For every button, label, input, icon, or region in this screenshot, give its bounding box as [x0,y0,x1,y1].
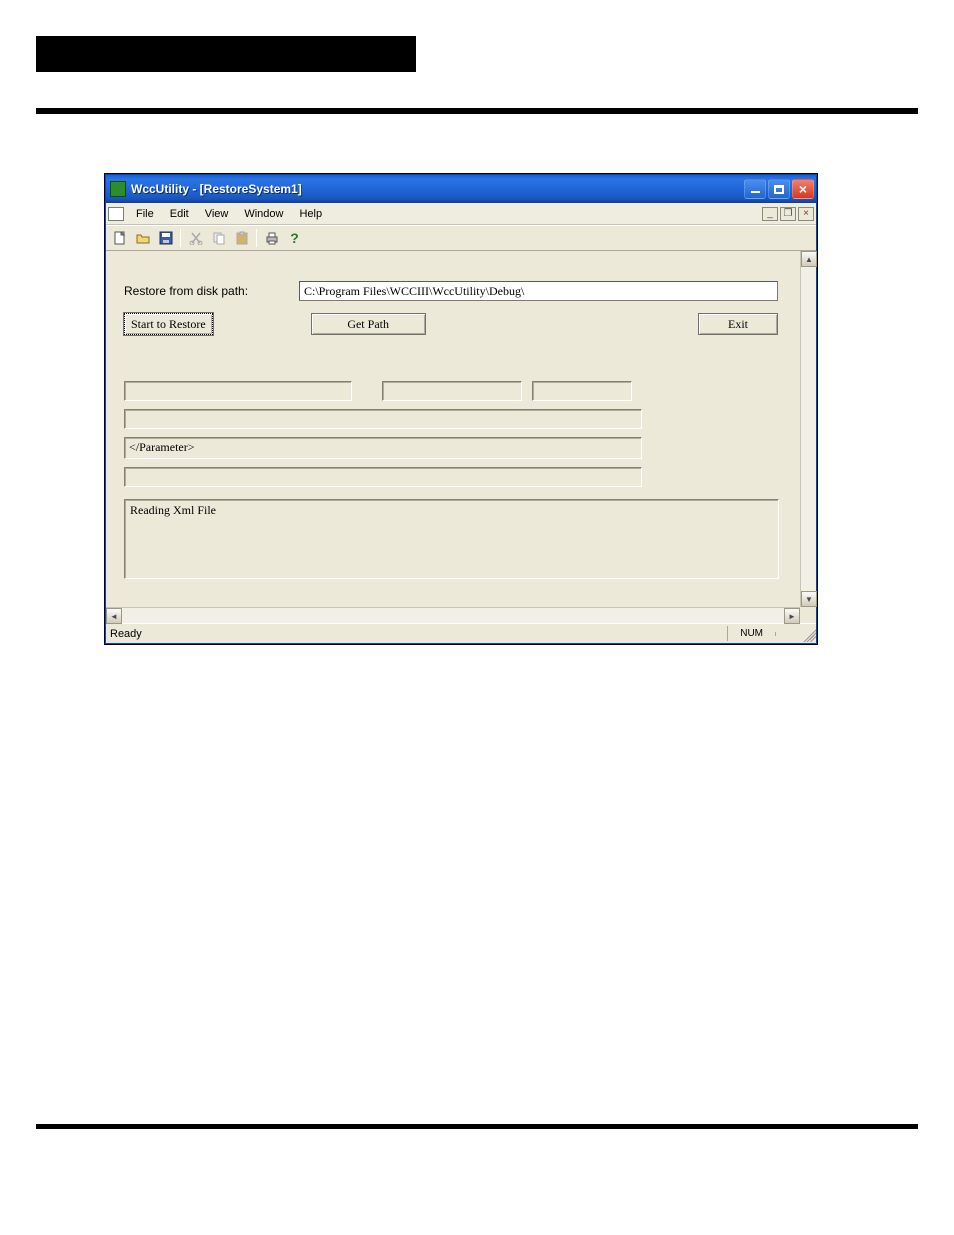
toolbar: ? [106,225,816,251]
menu-window[interactable]: Window [236,205,291,223]
header-black-block [36,36,416,72]
mdi-close-button[interactable]: × [798,207,814,221]
scroll-left-icon[interactable]: ◄ [106,608,122,624]
log-output: Reading Xml File [124,499,779,579]
open-folder-icon[interactable] [131,227,154,249]
scroll-down-icon[interactable]: ▼ [801,591,817,607]
exit-button[interactable]: Exit [698,313,778,335]
paste-icon[interactable] [230,227,253,249]
status-field-4 [124,409,642,429]
mdi-controls: _ ❐ × [762,207,816,221]
app-window: WccUtility - [RestoreSystem1] × File Edi… [105,174,817,644]
menu-help[interactable]: Help [291,205,330,223]
mdi-minimize-button[interactable]: _ [762,207,778,221]
titlebar[interactable]: WccUtility - [RestoreSystem1] × [106,175,816,203]
menu-edit[interactable]: Edit [162,205,197,223]
status-field-3 [532,381,632,401]
path-label: Restore from disk path: [124,284,299,298]
app-icon [110,181,126,197]
save-disk-icon[interactable] [154,227,177,249]
start-restore-button[interactable]: Start to Restore [124,313,213,335]
copy-icon[interactable] [207,227,230,249]
form-panel: Restore from disk path: Start to Restore… [106,251,800,607]
client-area: Restore from disk path: Start to Restore… [106,251,816,623]
status-row [124,381,782,401]
top-rule [36,108,918,114]
status-empty-pane [775,632,800,636]
status-num: NUM [727,626,775,641]
status-field-2 [382,381,522,401]
menu-file[interactable]: File [128,205,162,223]
scroll-up-icon[interactable]: ▲ [801,251,817,267]
vertical-scrollbar[interactable]: ▲ ▼ [800,251,816,607]
cut-icon[interactable] [184,227,207,249]
mdi-restore-button[interactable]: ❐ [780,207,796,221]
close-button[interactable]: × [792,179,814,199]
horizontal-scrollbar[interactable]: ◄ ► [106,607,800,623]
path-input[interactable] [299,281,778,301]
bottom-rule [36,1124,918,1129]
document-icon [108,207,124,221]
print-icon[interactable] [260,227,283,249]
window-title: WccUtility - [RestoreSystem1] [131,182,302,196]
scroll-right-icon[interactable]: ► [784,608,800,624]
help-icon[interactable]: ? [283,227,306,249]
maximize-button[interactable] [768,179,790,199]
menubar: File Edit View Window Help _ ❐ × [106,203,816,225]
status-ready: Ready [110,628,142,640]
new-file-icon[interactable] [108,227,131,249]
minimize-button[interactable] [744,179,766,199]
statusbar: Ready NUM [106,623,816,643]
status-field-1 [124,381,352,401]
menu-view[interactable]: View [197,205,237,223]
status-field-5 [124,467,642,487]
get-path-button[interactable]: Get Path [311,313,426,335]
resize-grip-icon[interactable] [800,626,816,642]
parameter-display: </Parameter> [124,437,642,459]
